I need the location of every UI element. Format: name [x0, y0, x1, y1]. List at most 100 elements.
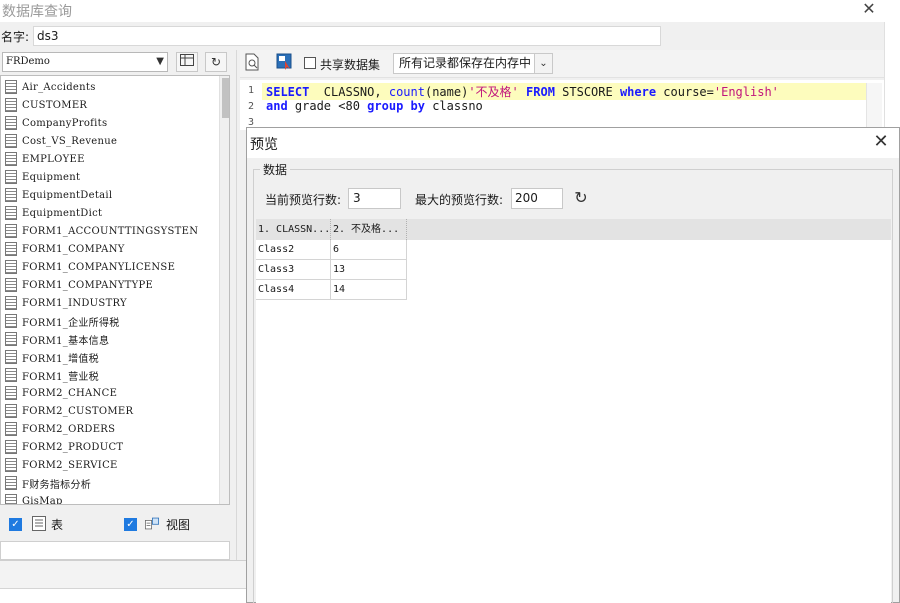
- sql-text: grade <80: [287, 99, 368, 113]
- database-select-value: FRDemo: [6, 56, 50, 67]
- table-preview-icon: [180, 54, 194, 66]
- table-tree[interactable]: Air_Accidents CUSTOMER CompanyProfits Cost_…: [0, 75, 230, 505]
- tree-item[interactable]: CUSTOMER: [5, 96, 87, 114]
- tree-item[interactable]: FORM1_COMPANYLICENSE: [5, 258, 175, 276]
- chevron-down-icon[interactable]: ⌄: [534, 54, 552, 73]
- grid-cell[interactable]: Class3: [256, 260, 331, 280]
- grid-cell[interactable]: Class2: [256, 240, 331, 260]
- tree-item[interactable]: FORM2_ORDERS: [5, 420, 115, 438]
- tree-item-label: CUSTOMER: [22, 99, 88, 111]
- sql-keyword: SELECT: [266, 85, 310, 99]
- editor-scrollbar[interactable]: [866, 83, 882, 130]
- table-icon: [5, 116, 17, 130]
- outer-title: 数据库查询: [2, 4, 72, 20]
- table-icon: [5, 404, 17, 418]
- tree-item[interactable]: EquipmentDetail: [5, 186, 112, 204]
- tree-item[interactable]: FORM1_COMPANYTYPE: [5, 276, 153, 294]
- tree-item[interactable]: Cost_VS_Revenue: [5, 132, 117, 150]
- preview-grid[interactable]: 1. CLASSN... 2. 不及格... Class2 6 Class3 1…: [256, 219, 891, 603]
- sql-text: STSCORE: [554, 85, 620, 99]
- table-icon: [5, 332, 17, 346]
- memory-mode-value: 所有记录都保存在内存中: [399, 56, 532, 70]
- tree-item[interactable]: EquipmentDict: [5, 204, 102, 222]
- current-rows-label: 当前预览行数:: [265, 193, 342, 207]
- tree-item[interactable]: FORM2_PRODUCT: [5, 438, 123, 456]
- preview-icon: [276, 53, 292, 70]
- max-rows-label: 最大的预览行数:: [415, 193, 504, 207]
- grid-cell[interactable]: 14: [331, 280, 407, 300]
- sql-edit-button[interactable]: [244, 53, 260, 74]
- tree-item[interactable]: F财务指标分析: [5, 474, 91, 492]
- tree-item-label: CompanyProfits: [22, 117, 108, 129]
- tree-item[interactable]: FORM2_CUSTOMER: [5, 402, 133, 420]
- tree-item[interactable]: GisMap: [5, 492, 63, 505]
- sql-string: 'English': [713, 85, 779, 99]
- table-icon: [32, 516, 46, 531]
- tree-item[interactable]: FORM1_营业税: [5, 366, 99, 384]
- outer-close-icon[interactable]: ✕: [858, 0, 880, 20]
- tree-item[interactable]: FORM1_增值税: [5, 348, 99, 366]
- panel-splitter[interactable]: [236, 50, 237, 560]
- table-icon: [5, 494, 17, 504]
- current-rows-input[interactable]: 3: [348, 188, 401, 209]
- column-header[interactable]: 1. CLASSN...: [256, 219, 331, 240]
- sql-text: classno: [424, 99, 483, 113]
- grid-cell[interactable]: 6: [331, 240, 407, 260]
- table-filter-input[interactable]: [0, 541, 230, 560]
- name-input[interactable]: ds3: [33, 26, 661, 46]
- tree-item[interactable]: FORM1_COMPANY: [5, 240, 125, 258]
- refresh-icon[interactable]: ↻: [572, 189, 590, 207]
- view-checkbox[interactable]: ✓: [124, 518, 137, 531]
- tree-item-label: FORM2_ORDERS: [22, 423, 116, 435]
- table-icon: [5, 296, 17, 310]
- tree-item-label: FORM2_CUSTOMER: [22, 405, 134, 417]
- tree-item-label: Air_Accidents: [22, 81, 96, 93]
- tree-item-label: FORM1_ACCOUNTTINGSYSTEN: [22, 225, 199, 237]
- table-icon: [5, 368, 17, 382]
- tree-item[interactable]: EMPLOYEE: [5, 150, 85, 168]
- sql-keyword: FROM: [526, 85, 555, 99]
- max-rows-input[interactable]: 200: [511, 188, 563, 209]
- tree-item[interactable]: FORM1_企业所得税: [5, 312, 120, 330]
- table-icon: [5, 242, 17, 256]
- grid-cell[interactable]: Class4: [256, 280, 331, 300]
- close-icon[interactable]: ✕: [871, 132, 891, 152]
- grid-cell[interactable]: 13: [331, 260, 407, 280]
- table-icon: [5, 170, 17, 184]
- refresh-tables-button[interactable]: ↻: [205, 52, 227, 72]
- table-icon: [5, 422, 17, 436]
- view-icon: [145, 517, 159, 530]
- tree-scrollbar-thumb[interactable]: [222, 78, 229, 118]
- table-icon: [5, 314, 17, 328]
- sql-editor[interactable]: 1 2 3 SELECT CLASSNO, count(name)'不及格' F…: [240, 80, 884, 130]
- table-icon: [5, 278, 17, 292]
- memory-mode-select[interactable]: 所有记录都保存在内存中 ⌄: [393, 53, 553, 74]
- line-number: 2: [247, 101, 254, 112]
- tree-item-label: EquipmentDetail: [22, 189, 113, 201]
- preview-table-button[interactable]: [176, 52, 198, 72]
- sql-edit-icon: [245, 53, 259, 71]
- column-header[interactable]: 2. 不及格...: [331, 219, 407, 240]
- table-icon: [5, 458, 17, 472]
- tree-item-label: F财务指标分析: [22, 479, 92, 491]
- tree-item-label: GisMap: [22, 495, 63, 505]
- tree-item[interactable]: FORM1_基本信息: [5, 330, 109, 348]
- tree-item[interactable]: FORM1_ACCOUNTTINGSYSTEN: [5, 222, 198, 240]
- sql-text: course=: [656, 85, 714, 99]
- tree-item[interactable]: Air_Accidents: [5, 78, 96, 96]
- table-checkbox[interactable]: ✓: [9, 518, 22, 531]
- tree-item-label: FORM2_CHANCE: [22, 387, 118, 399]
- database-select[interactable]: FRDemo ▼: [2, 52, 168, 72]
- tree-item[interactable]: FORM2_SERVICE: [5, 456, 118, 474]
- sql-string: '不及格': [468, 85, 519, 99]
- outer-title-bar: 数据库查询: [0, 0, 900, 22]
- sql-text: (name): [424, 85, 469, 99]
- tree-item[interactable]: FORM2_CHANCE: [5, 384, 117, 402]
- tree-item[interactable]: CompanyProfits: [5, 114, 107, 132]
- tree-item[interactable]: Equipment: [5, 168, 80, 186]
- preview-button[interactable]: [276, 53, 292, 74]
- tree-item[interactable]: FORM1_INDUSTRY: [5, 294, 127, 312]
- share-dataset-checkbox[interactable]: [304, 57, 316, 69]
- preview-dialog: 预览 ✕ 数据 当前预览行数: 3 最大的预览行数: 200 ↻ 1. CLAS…: [246, 127, 900, 603]
- tree-scrollbar[interactable]: [219, 76, 229, 504]
